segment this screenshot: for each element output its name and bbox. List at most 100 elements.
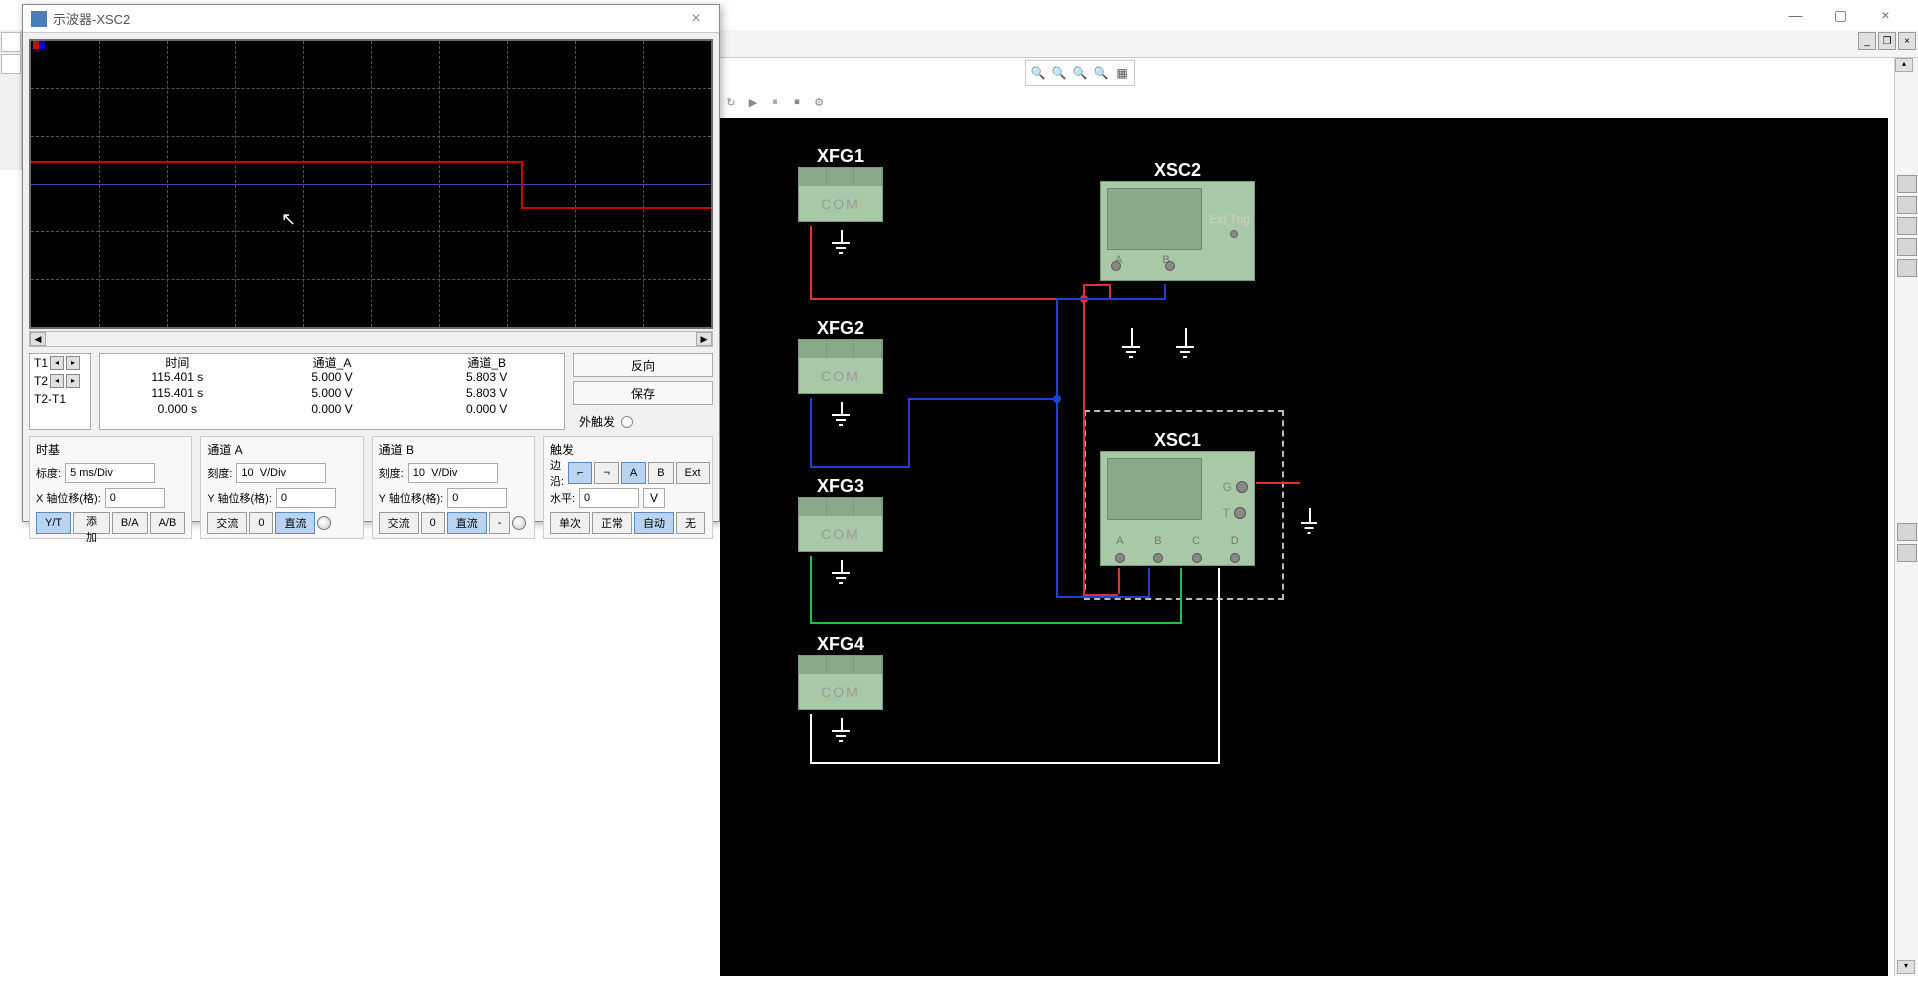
chb-minus-button[interactable]: -	[489, 512, 511, 534]
scope-titlebar[interactable]: 示波器-XSC2 ×	[23, 5, 719, 33]
maximize-button[interactable]: ▢	[1818, 1, 1863, 29]
save-button[interactable]: 保存	[573, 381, 713, 405]
add-button[interactable]: 添加	[73, 512, 110, 534]
left-toolstrip	[0, 30, 22, 170]
channel-a-group: 通道 A 刻度: Y 轴位移(格): 交流 0 直流	[200, 436, 363, 539]
trig-single-button[interactable]: 单次	[550, 512, 590, 534]
ground-icon	[826, 402, 856, 427]
trig-b-button[interactable]: B	[648, 462, 673, 484]
rpanel-btn5[interactable]	[1897, 259, 1917, 277]
t1-left-icon[interactable]: ◂	[50, 356, 64, 370]
ext-trigger-radio[interactable]	[621, 416, 633, 428]
chb-ac-button[interactable]: 交流	[379, 512, 419, 534]
cha-led-icon	[317, 516, 331, 530]
chb-dc-button[interactable]: 直流	[447, 512, 487, 534]
scroll-up-icon[interactable]: ▴	[1895, 58, 1913, 72]
rpanel-btn1[interactable]	[1897, 175, 1917, 193]
trig-normal-button[interactable]: 正常	[592, 512, 632, 534]
scroll-right-icon[interactable]: ▶	[696, 332, 712, 346]
cha-dc-button[interactable]: 直流	[275, 512, 315, 534]
right-panel: ▴ ▾	[1894, 58, 1918, 976]
trig-none-button[interactable]: 无	[676, 512, 705, 534]
xfg1-body[interactable]: COM	[798, 167, 883, 222]
ground-icon	[826, 230, 856, 255]
cha-zero-button[interactable]: 0	[249, 512, 273, 534]
xfg3-label: XFG3	[798, 476, 883, 497]
tool-select[interactable]	[1, 32, 21, 52]
sim-pause-icon[interactable]: ⏸	[766, 94, 784, 110]
ext-trigger-label: 外触发	[579, 413, 615, 430]
ab-button[interactable]: A/B	[150, 512, 186, 534]
xfg4-body[interactable]: COM	[798, 655, 883, 710]
readout-table: 时间 通道_A 通道_B 115.401 s5.000 V5.803 V 115…	[99, 353, 565, 430]
edge-fall-button[interactable]: ¬	[594, 462, 618, 484]
t2-left-icon[interactable]: ◂	[50, 374, 64, 388]
trig-ext-button[interactable]: Ext	[676, 462, 710, 484]
rpanel-btn3[interactable]	[1897, 217, 1917, 235]
xsc2-body[interactable]: Ext Trig AB	[1100, 181, 1255, 281]
chb-yoffset-input[interactable]	[447, 488, 507, 508]
rpanel-btn7[interactable]	[1897, 544, 1917, 562]
xsc1-label: XSC1	[1100, 430, 1255, 451]
cursor-t2-marker[interactable]	[39, 41, 45, 49]
sim-step-icon[interactable]: ↻	[722, 94, 740, 110]
tool-place[interactable]	[1, 54, 21, 74]
rpanel-btn6[interactable]	[1897, 523, 1917, 541]
timebase-xoffset-input[interactable]	[105, 488, 165, 508]
timebase-group: 时基 标度: X 轴位移(格): Y/T 添加 B/A A/B	[29, 436, 192, 539]
scroll-left-icon[interactable]: ◀	[30, 332, 46, 346]
xsc1-body[interactable]: G T ABCD	[1100, 451, 1255, 566]
xfg3-body[interactable]: COM	[798, 497, 883, 552]
cha-ac-button[interactable]: 交流	[207, 512, 247, 534]
xfg1-label: XFG1	[798, 146, 883, 167]
rpanel-btn2[interactable]	[1897, 196, 1917, 214]
scope-display[interactable]: ↖	[29, 39, 713, 329]
cha-yoffset-input[interactable]	[276, 488, 336, 508]
zoom-out-icon[interactable]: 🔍	[1050, 64, 1068, 82]
chb-zero-button[interactable]: 0	[421, 512, 445, 534]
close-icon[interactable]: ×	[681, 7, 711, 31]
cha-scale-input[interactable]	[236, 463, 326, 483]
rpanel-btn4[interactable]	[1897, 238, 1917, 256]
sim-stop-icon[interactable]: ⏹	[788, 94, 806, 110]
t1-right-icon[interactable]: ▸	[66, 356, 80, 370]
zoom-in-icon[interactable]: 🔍	[1029, 64, 1047, 82]
trig-a-button[interactable]: A	[621, 462, 646, 484]
oscilloscope-window: 示波器-XSC2 × ↖ ◀ ▶ T1◂▸ T2◂▸ T2-T1 时间 通道_A…	[22, 4, 720, 522]
ground-icon	[826, 718, 856, 743]
xfg4-label: XFG4	[798, 634, 883, 655]
xfg2-body[interactable]: COM	[798, 339, 883, 394]
scroll-down-icon[interactable]: ▾	[1897, 960, 1915, 974]
scope-app-icon	[31, 11, 47, 27]
trigger-group: 触发 边沿: ⌐ ¬ A B Ext 水平: V 单次 正常 自动	[543, 436, 713, 539]
xsc2-label: XSC2	[1100, 160, 1255, 181]
zoom-fit-icon[interactable]: 🔍	[1092, 64, 1110, 82]
chb-scale-input[interactable]	[408, 463, 498, 483]
trig-level-input[interactable]	[579, 488, 639, 508]
sim-settings-icon[interactable]: ⚙	[810, 94, 828, 110]
reverse-button[interactable]: 反向	[573, 353, 713, 377]
zoom-full-icon[interactable]: ▦	[1113, 64, 1131, 82]
circuit-canvas[interactable]: XFG1 COM XFG2 COM XFG3 COM	[720, 118, 1888, 976]
zoom-toolbar: 🔍 🔍 🔍 🔍 ▦	[1025, 60, 1135, 86]
subwin-minimize[interactable]: _	[1858, 32, 1876, 50]
chb-led-icon	[512, 516, 526, 530]
close-button[interactable]: ×	[1863, 1, 1908, 29]
subwin-restore[interactable]: ❐	[1878, 32, 1896, 50]
cursor-selector: T1◂▸ T2◂▸ T2-T1	[29, 353, 91, 430]
timebase-scale-input[interactable]	[65, 463, 155, 483]
scope-hscroll[interactable]: ◀ ▶	[29, 331, 713, 347]
trace-channel-b	[31, 184, 711, 185]
trace-channel-a	[31, 161, 521, 163]
channel-b-group: 通道 B 刻度: Y 轴位移(格): 交流 0 直流 -	[372, 436, 535, 539]
sim-play-icon[interactable]: ▶	[744, 94, 762, 110]
zoom-area-icon[interactable]: 🔍	[1071, 64, 1089, 82]
yt-button[interactable]: Y/T	[36, 512, 71, 534]
ba-button[interactable]: B/A	[112, 512, 148, 534]
t2-right-icon[interactable]: ▸	[66, 374, 80, 388]
trig-auto-button[interactable]: 自动	[634, 512, 674, 534]
minimize-button[interactable]: —	[1773, 1, 1818, 29]
edge-rise-button[interactable]: ⌐	[568, 462, 592, 484]
subwin-close[interactable]: ×	[1898, 32, 1916, 50]
sim-toolbar: ↻ ▶ ⏸ ⏹ ⚙	[720, 92, 830, 112]
